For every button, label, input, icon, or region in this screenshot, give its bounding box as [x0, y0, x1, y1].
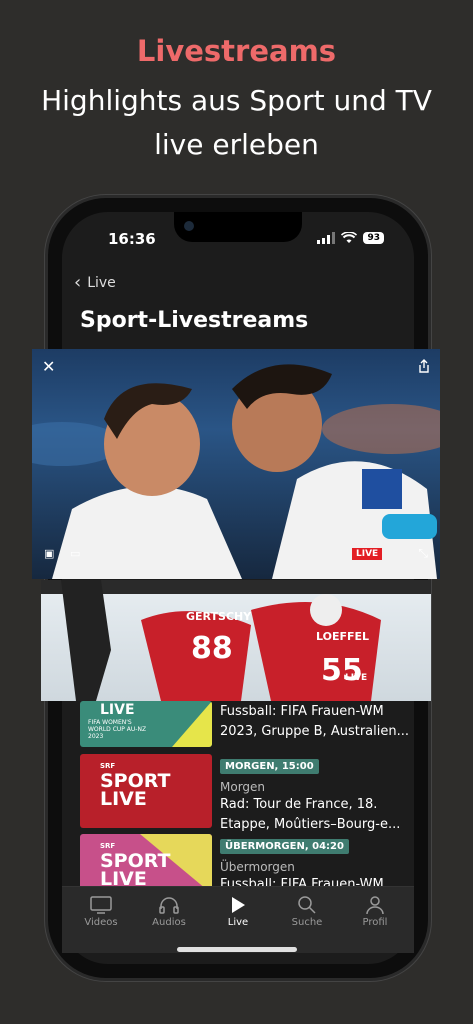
item-title: Fussball: FIFA Frauen-WM 2023, Gruppe B,…	[220, 704, 409, 739]
home-indicator	[177, 947, 297, 952]
search-icon	[298, 896, 316, 914]
pip-icon[interactable]: ▣	[44, 547, 54, 560]
share-icon[interactable]	[418, 359, 430, 373]
svg-text:88: 88	[191, 631, 233, 666]
time-tag: MORGEN, 15:00	[220, 759, 319, 774]
page-title: Sport-Livestreams	[80, 308, 309, 333]
tab-label: Suche	[291, 917, 323, 928]
back-label: Live	[87, 274, 116, 291]
thumb-label: LIVE	[100, 702, 135, 718]
tab-suche[interactable]: Suche	[272, 893, 342, 928]
thumb-label: SPORT LIVE	[100, 850, 171, 890]
collapse-icon[interactable]: ⤡	[418, 546, 428, 561]
promo-title: Livestreams	[136, 34, 337, 68]
wifi-icon	[341, 232, 358, 243]
thumb-sub: FIFA WOMEN'S WORLD CUP AU-NZ 2023	[88, 719, 147, 740]
svg-text:LOEFFEL: LOEFFEL	[316, 630, 369, 643]
status-time: 16:36	[108, 230, 156, 248]
item-when: Morgen	[220, 780, 266, 794]
back-button[interactable]: ‹ Live	[74, 272, 116, 293]
tab-label: Live	[227, 917, 249, 928]
svg-text:GERTSCHY: GERTSCHY	[186, 610, 252, 623]
chevron-left-icon: ‹	[74, 272, 82, 293]
notch	[174, 212, 302, 242]
tab-profil[interactable]: Profil	[340, 893, 410, 928]
tv-icon	[90, 896, 112, 914]
video-player-main[interactable]: ✕ LIVE ⤡ ▣ ▭	[32, 349, 440, 579]
live-badge: LIVE	[352, 548, 383, 560]
thumbnail: LIVE FIFA WOMEN'S WORLD CUP AU-NZ 2023	[80, 701, 212, 747]
airplay-icon[interactable]: ▭	[70, 547, 80, 560]
tab-audios[interactable]: Audios	[134, 893, 204, 928]
tab-live[interactable]: Live	[203, 893, 273, 928]
item-when: Übermorgen	[220, 860, 295, 874]
list-item[interactable]: SRF SPORT LIVE MORGEN, 15:00 Morgen Rad:…	[80, 754, 410, 832]
video-frame-hockey: 88 55 GERTSCHY LOEFFEL	[41, 580, 431, 701]
play-icon	[232, 897, 245, 913]
video-player-secondary[interactable]: 88 55 GERTSCHY LOEFFEL LIVE	[41, 580, 431, 701]
tab-label: Audios	[152, 917, 186, 928]
signal-icon	[317, 232, 336, 244]
tab-bar: Videos Audios Live Suche Profil	[62, 886, 414, 953]
camera-icon	[184, 221, 194, 231]
promo-subtitle: Highlights aus Sport und TV live erleben	[41, 84, 432, 161]
battery-indicator: 93	[363, 232, 384, 244]
person-icon	[366, 896, 384, 915]
thumbnail: SRF SPORT LIVE	[80, 754, 212, 828]
status-icons: 93	[317, 232, 384, 244]
thumb-srf: SRF	[100, 842, 116, 850]
thumb-label: SPORT LIVE	[100, 770, 171, 810]
tab-label: Profil	[362, 917, 388, 928]
tab-label: Videos	[84, 917, 118, 928]
video-frame-football	[32, 364, 440, 579]
item-title: Rad: Tour de France, 18. Etappe, Moûtier…	[220, 797, 401, 832]
thumb-srf: SRF	[100, 762, 116, 770]
tab-videos[interactable]: Videos	[66, 893, 136, 928]
headphones-icon	[159, 897, 179, 914]
thumbnail: SRF SPORT LIVE	[80, 834, 212, 894]
live-badge-secondary: LIVE	[345, 673, 368, 683]
close-icon[interactable]: ✕	[42, 357, 55, 376]
time-tag: ÜBERMORGEN, 04:20	[220, 839, 349, 854]
